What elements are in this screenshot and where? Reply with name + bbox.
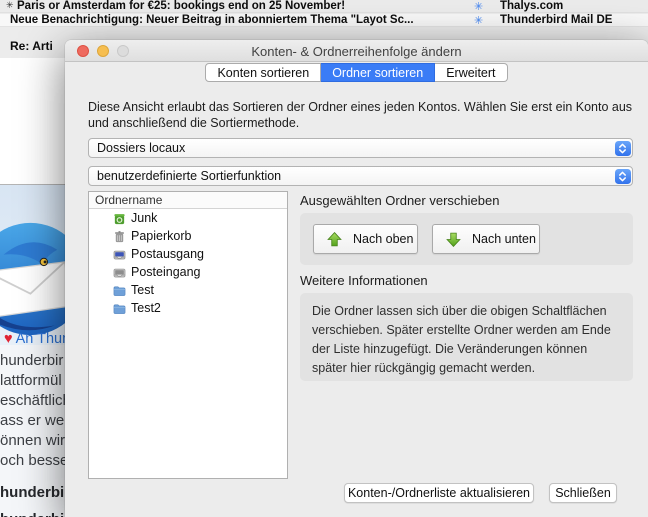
folder-label: Test2 xyxy=(131,301,161,315)
page-text-line: ass er wei xyxy=(0,412,68,429)
folder-label: Postausgang xyxy=(131,247,204,261)
move-down-label: Nach unten xyxy=(472,232,536,246)
folder-row-junk[interactable]: Junk xyxy=(89,209,287,227)
folder-list-header[interactable]: Ordnername xyxy=(89,192,287,209)
folder-label: Posteingang xyxy=(131,265,201,279)
folder-label: Junk xyxy=(131,211,158,225)
account-select[interactable]: Dossiers locaux xyxy=(88,138,633,158)
dialog-title: Konten- & Ordnerreihenfolge ändern xyxy=(251,44,462,59)
message-subject: Neue Benachrichtigung: Neuer Beitrag in … xyxy=(10,14,414,26)
new-message-icon: ✳ xyxy=(474,15,484,27)
folder-label: Papierkorb xyxy=(131,229,192,243)
page-text-line: hunderbird xyxy=(0,511,70,517)
junk-icon xyxy=(114,213,125,224)
page-text-line: eschäftlich xyxy=(0,392,70,409)
move-down-button[interactable]: Nach unten xyxy=(432,224,540,254)
info-section-heading: Weitere Informationen xyxy=(300,273,428,288)
move-section-heading: Ausgewählten Ordner verschieben xyxy=(300,193,500,208)
move-up-label: Nach oben xyxy=(353,232,414,246)
dialog-titlebar: Konten- & Ordnerreihenfolge ändern xyxy=(65,40,648,62)
close-button[interactable]: Schließen xyxy=(549,483,617,503)
folder-label: Test xyxy=(131,283,154,297)
message-row[interactable]: Neue Benachrichtigung: Neuer Beitrag in … xyxy=(0,14,648,27)
tab-konten-sortieren[interactable]: Konten sortieren xyxy=(205,63,322,82)
folder-row-posteingang[interactable]: Posteingang xyxy=(89,263,287,281)
folder-icon xyxy=(113,304,126,314)
new-message-icon: ✳ xyxy=(474,1,484,13)
page-text-line: hunderbir xyxy=(0,352,64,369)
arrow-up-icon xyxy=(327,231,342,246)
page-text-line: önnen wir xyxy=(0,432,66,449)
description-text: Diese Ansicht erlaubt das Sortieren der … xyxy=(88,100,633,130)
arrow-down-icon xyxy=(446,232,461,247)
folder-row-test[interactable]: Test xyxy=(89,281,287,299)
inbox-icon xyxy=(113,268,126,277)
move-up-button[interactable]: Nach oben xyxy=(313,224,418,254)
tab-erweitert[interactable]: Erweitert xyxy=(435,63,508,82)
screen: ✳ Paris or Amsterdam for €25: bookings e… xyxy=(0,0,648,517)
starred-icon: ✳ xyxy=(6,0,14,10)
outbox-icon xyxy=(113,250,126,259)
message-sender: Thalys.com xyxy=(500,0,564,12)
sort-method-select[interactable]: benutzerdefinierte Sortierfunktion xyxy=(88,166,633,186)
page-text-line: och besse xyxy=(0,452,69,469)
folder-row-papierkorb[interactable]: Papierkorb xyxy=(89,227,287,245)
folder-row-test2[interactable]: Test2 xyxy=(89,299,287,317)
folder-row-postausgang[interactable]: Postausgang xyxy=(89,245,287,263)
tab-bar: Konten sortieren Ordner sortieren Erweit… xyxy=(65,63,648,82)
folder-list: Ordnername Junk Papierkorb Postausgang P… xyxy=(88,191,288,479)
chevron-up-down-icon xyxy=(614,140,631,156)
message-sender: Thunderbird Mail DE xyxy=(500,14,613,26)
message-subject: Paris or Amsterdam for €25: bookings end… xyxy=(17,0,346,12)
page-text-line: hunderbi xyxy=(0,484,65,501)
message-subject: Re: Arti xyxy=(10,39,53,53)
info-panel: Die Ordner lassen sich über die obigen S… xyxy=(300,293,633,381)
tab-ordner-sortieren[interactable]: Ordner sortieren xyxy=(321,63,436,82)
refresh-list-button[interactable]: Konten-/Ordnerliste aktualisieren xyxy=(344,483,534,503)
folder-order-dialog: Konten- & Ordnerreihenfolge ändern Konte… xyxy=(65,40,648,517)
folder-icon xyxy=(113,286,126,296)
info-text: Die Ordner lassen sich über die obigen S… xyxy=(312,304,611,375)
sort-method-select-value: benutzerdefinierte Sortierfunktion xyxy=(97,169,282,183)
heart-icon: ♥ xyxy=(4,331,13,347)
move-buttons-panel: Nach oben Nach unten xyxy=(300,213,633,265)
account-select-value: Dossiers locaux xyxy=(97,141,186,155)
chevron-up-down-icon xyxy=(614,168,631,184)
trash-icon xyxy=(115,230,124,242)
page-text-line: lattformül xyxy=(0,372,62,389)
message-row[interactable]: ✳ Paris or Amsterdam for €25: bookings e… xyxy=(0,0,648,13)
